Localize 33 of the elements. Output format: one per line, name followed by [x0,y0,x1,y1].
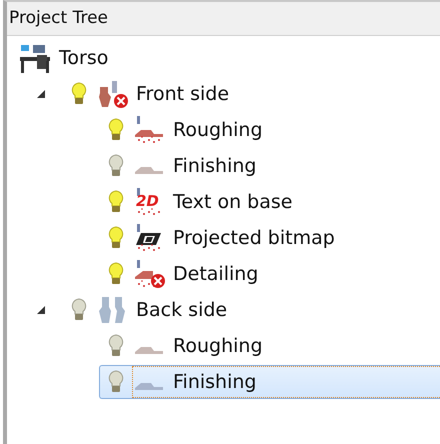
tree-item[interactable]: Front side [62,77,440,111]
item-label: Back side [136,298,228,323]
tree-item[interactable]: Back side [62,293,440,327]
panel-title: Project Tree [7,2,440,36]
item-label: Roughing [173,118,262,143]
bulb-icon[interactable] [108,370,124,394]
tree-item[interactable]: Roughing [99,113,440,147]
machine-icon [19,43,51,73]
item-label: Projected bitmap [173,226,335,251]
item-label: Text on base [173,190,292,215]
bulb-icon[interactable] [108,334,124,358]
item-label: Front side [136,82,230,107]
tree-item[interactable]: Roughing [99,329,440,363]
tree-item[interactable]: Finishing [99,365,440,399]
expander-icon[interactable] [36,305,46,315]
item-label: Roughing [173,334,262,359]
bulb-icon[interactable] [108,190,124,214]
tree-item[interactable]: Projected bitmap [99,221,440,255]
item-label: Finishing [173,370,256,395]
tree-item[interactable]: Torso [17,41,440,75]
tree-item[interactable]: 2D Text on base [99,185,440,219]
bulb-icon[interactable] [108,226,124,250]
bulb-icon[interactable] [108,154,124,178]
bulb-icon[interactable] [71,298,87,322]
tree-item[interactable]: Finishing [99,149,440,183]
bulb-icon[interactable] [108,118,124,142]
bulb-icon[interactable] [108,262,124,286]
item-label: Finishing [173,154,256,179]
item-label: Detailing [173,262,258,287]
bulb-icon[interactable] [71,82,87,106]
expander-icon[interactable] [36,89,46,99]
item-label: Torso [59,46,108,71]
tree-item[interactable]: Detailing [99,257,440,291]
